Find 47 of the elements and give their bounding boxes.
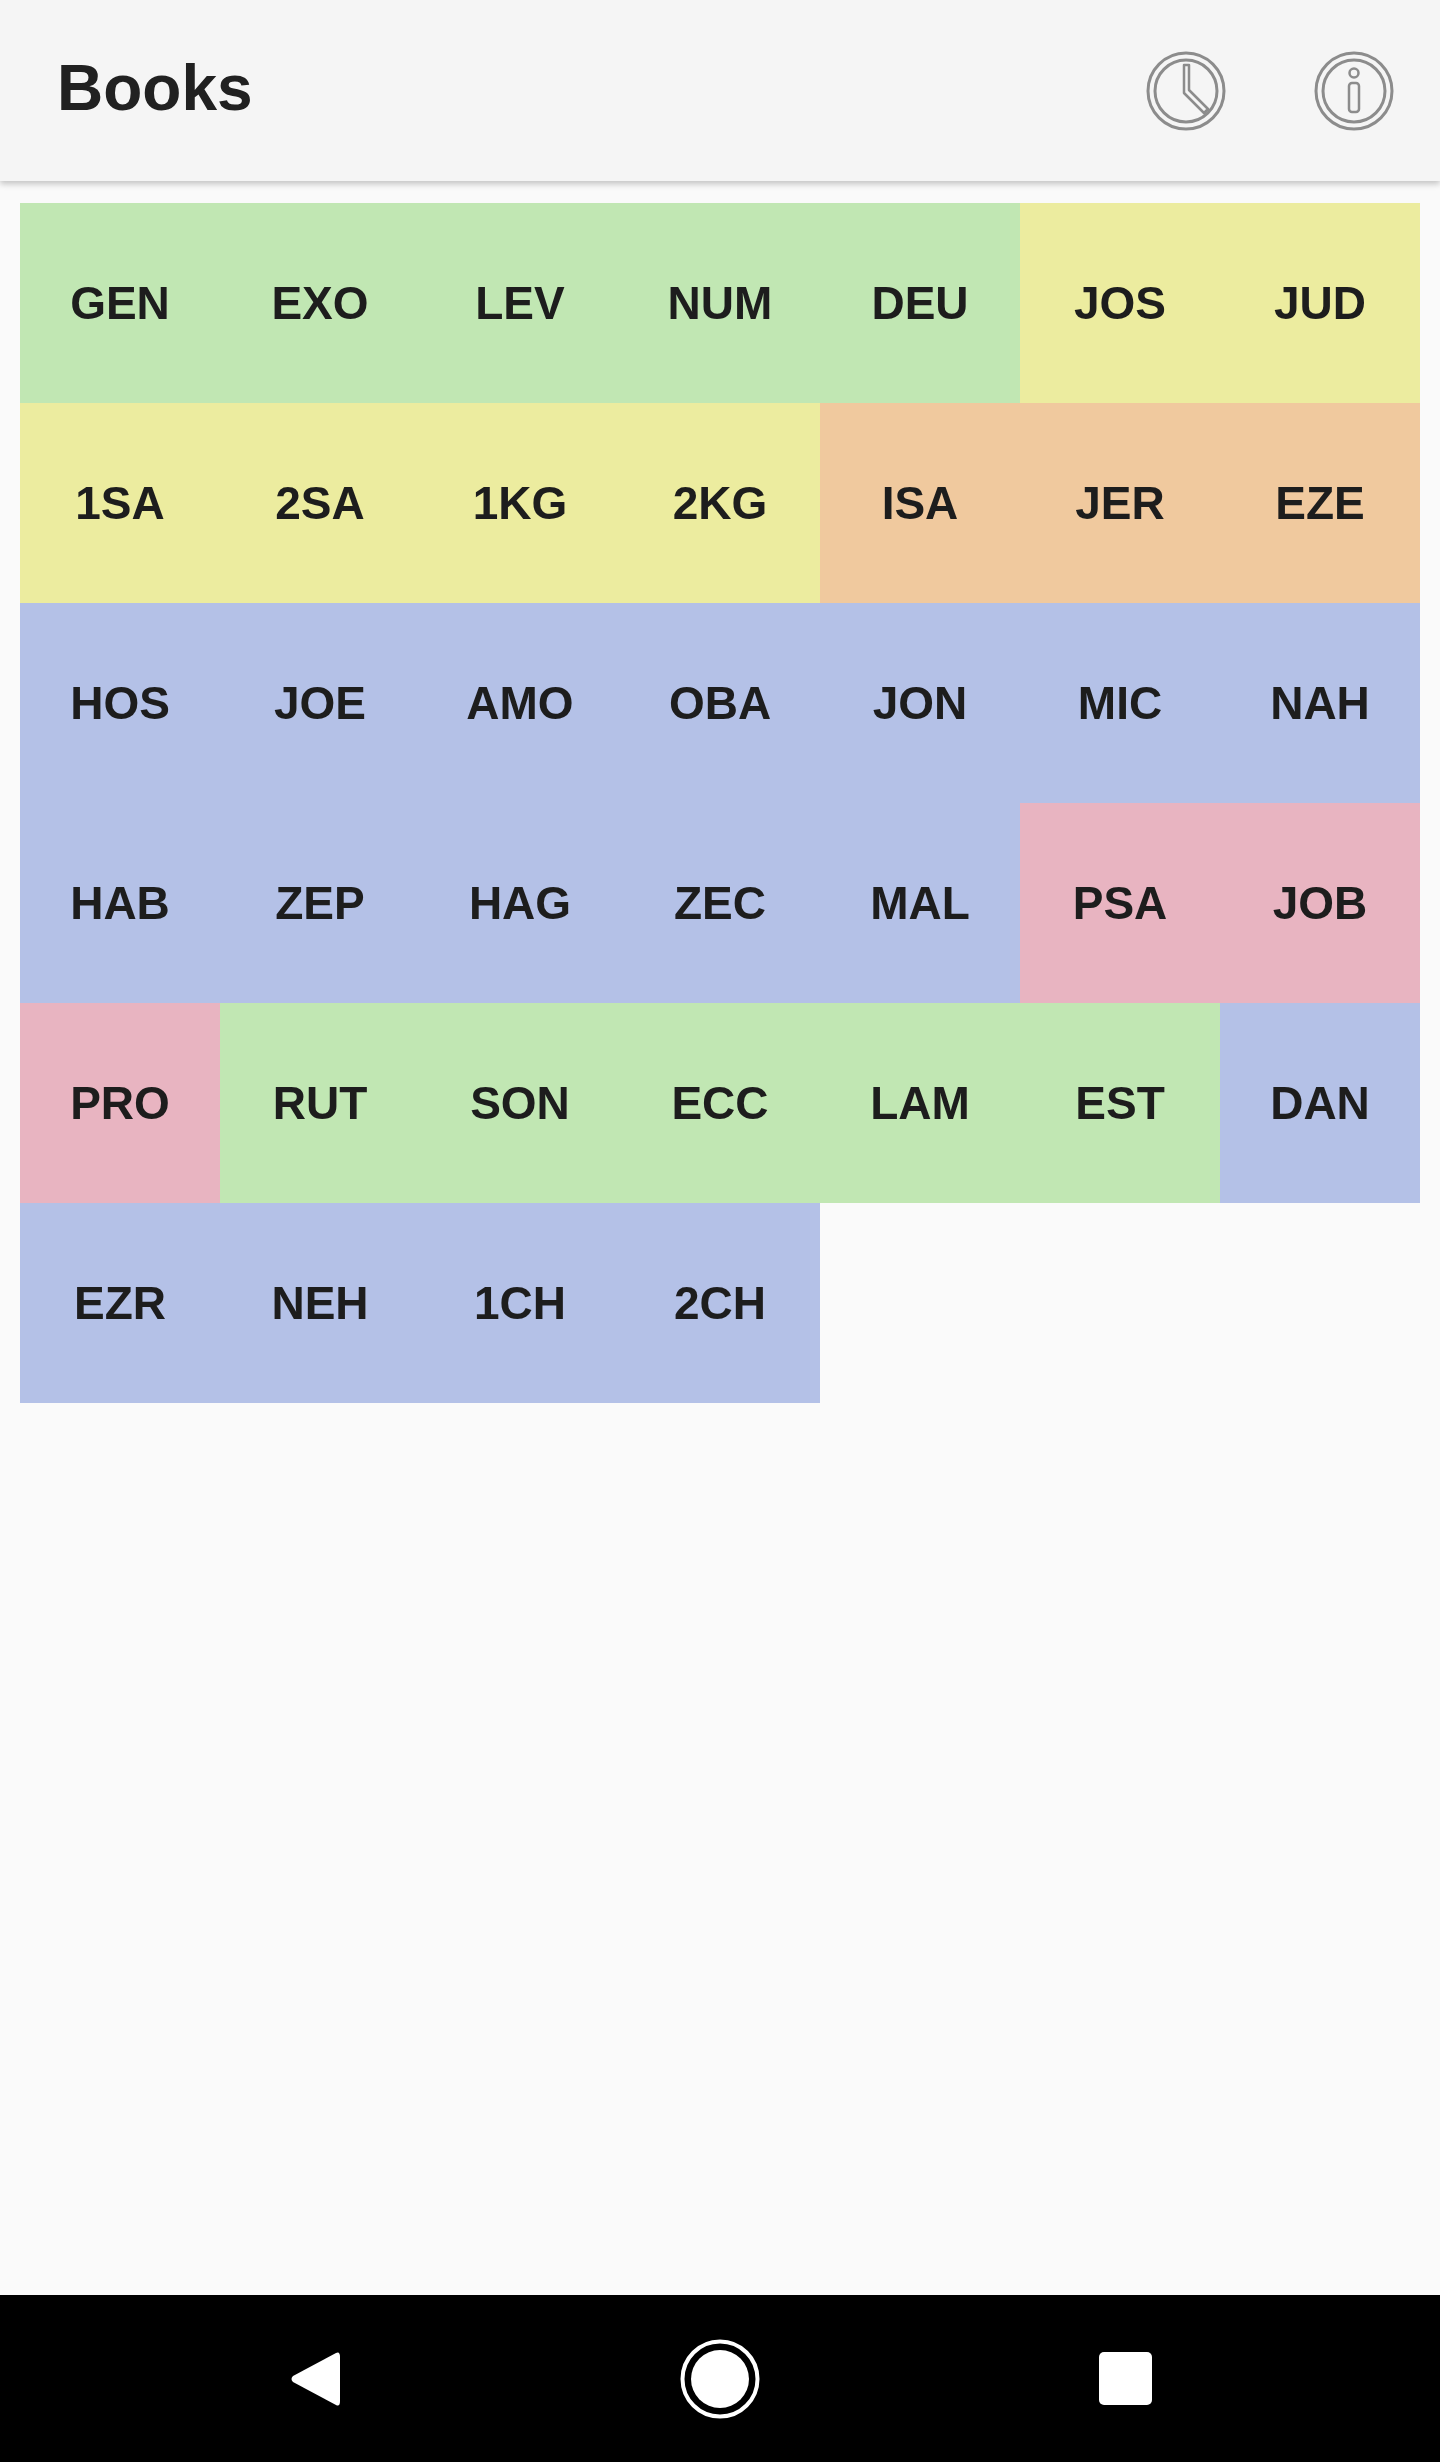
book-tile[interactable]: NUM: [620, 203, 820, 403]
book-tile[interactable]: EZE: [1220, 403, 1420, 603]
book-tile[interactable]: OBA: [620, 603, 820, 803]
back-icon: [290, 2350, 340, 2407]
book-tile[interactable]: ISA: [820, 403, 1020, 603]
book-tile[interactable]: ZEC: [620, 803, 820, 1003]
book-tile[interactable]: EXO: [220, 203, 420, 403]
book-tile[interactable]: HAB: [20, 803, 220, 1003]
book-tile[interactable]: HAG: [420, 803, 620, 1003]
book-tile[interactable]: NEH: [220, 1203, 420, 1403]
recents-icon: [1098, 2352, 1152, 2405]
book-tile[interactable]: MIC: [1020, 603, 1220, 803]
book-tile[interactable]: JER: [1020, 403, 1220, 603]
book-tile[interactable]: EST: [1020, 1003, 1220, 1203]
book-tile[interactable]: EZR: [20, 1203, 220, 1403]
home-icon: [680, 2338, 760, 2419]
book-tile[interactable]: JUD: [1220, 203, 1420, 403]
book-tile[interactable]: GEN: [20, 203, 220, 403]
clock-icon: [1146, 50, 1226, 131]
book-tile[interactable]: DEU: [820, 203, 1020, 403]
book-tile[interactable]: JOE: [220, 603, 420, 803]
info-button[interactable]: [1314, 50, 1394, 131]
book-tile[interactable]: LEV: [420, 203, 620, 403]
book-tile[interactable]: NAH: [1220, 603, 1420, 803]
app-bar-title: Books: [57, 55, 254, 120]
book-tile[interactable]: 1KG: [420, 403, 620, 603]
book-tile[interactable]: RUT: [220, 1003, 420, 1203]
book-tile[interactable]: ECC: [620, 1003, 820, 1203]
book-tile[interactable]: 1SA: [20, 403, 220, 603]
book-tile[interactable]: 2KG: [620, 403, 820, 603]
book-tile[interactable]: PSA: [1020, 803, 1220, 1003]
book-tile[interactable]: 2CH: [620, 1203, 820, 1403]
book-tile[interactable]: AMO: [420, 603, 620, 803]
book-tile[interactable]: JON: [820, 603, 1020, 803]
history-button[interactable]: [1146, 50, 1226, 131]
book-tile[interactable]: JOB: [1220, 803, 1420, 1003]
book-tile[interactable]: SON: [420, 1003, 620, 1203]
book-tile[interactable]: ZEP: [220, 803, 420, 1003]
book-tile[interactable]: DAN: [1220, 1003, 1420, 1203]
info-icon: [1314, 50, 1394, 131]
book-tile[interactable]: PRO: [20, 1003, 220, 1203]
book-tile[interactable]: JOS: [1020, 203, 1220, 403]
book-tile[interactable]: 1CH: [420, 1203, 620, 1403]
book-tile[interactable]: MAL: [820, 803, 1020, 1003]
book-tile[interactable]: LAM: [820, 1003, 1020, 1203]
book-tile[interactable]: 2SA: [220, 403, 420, 603]
book-tile[interactable]: HOS: [20, 603, 220, 803]
